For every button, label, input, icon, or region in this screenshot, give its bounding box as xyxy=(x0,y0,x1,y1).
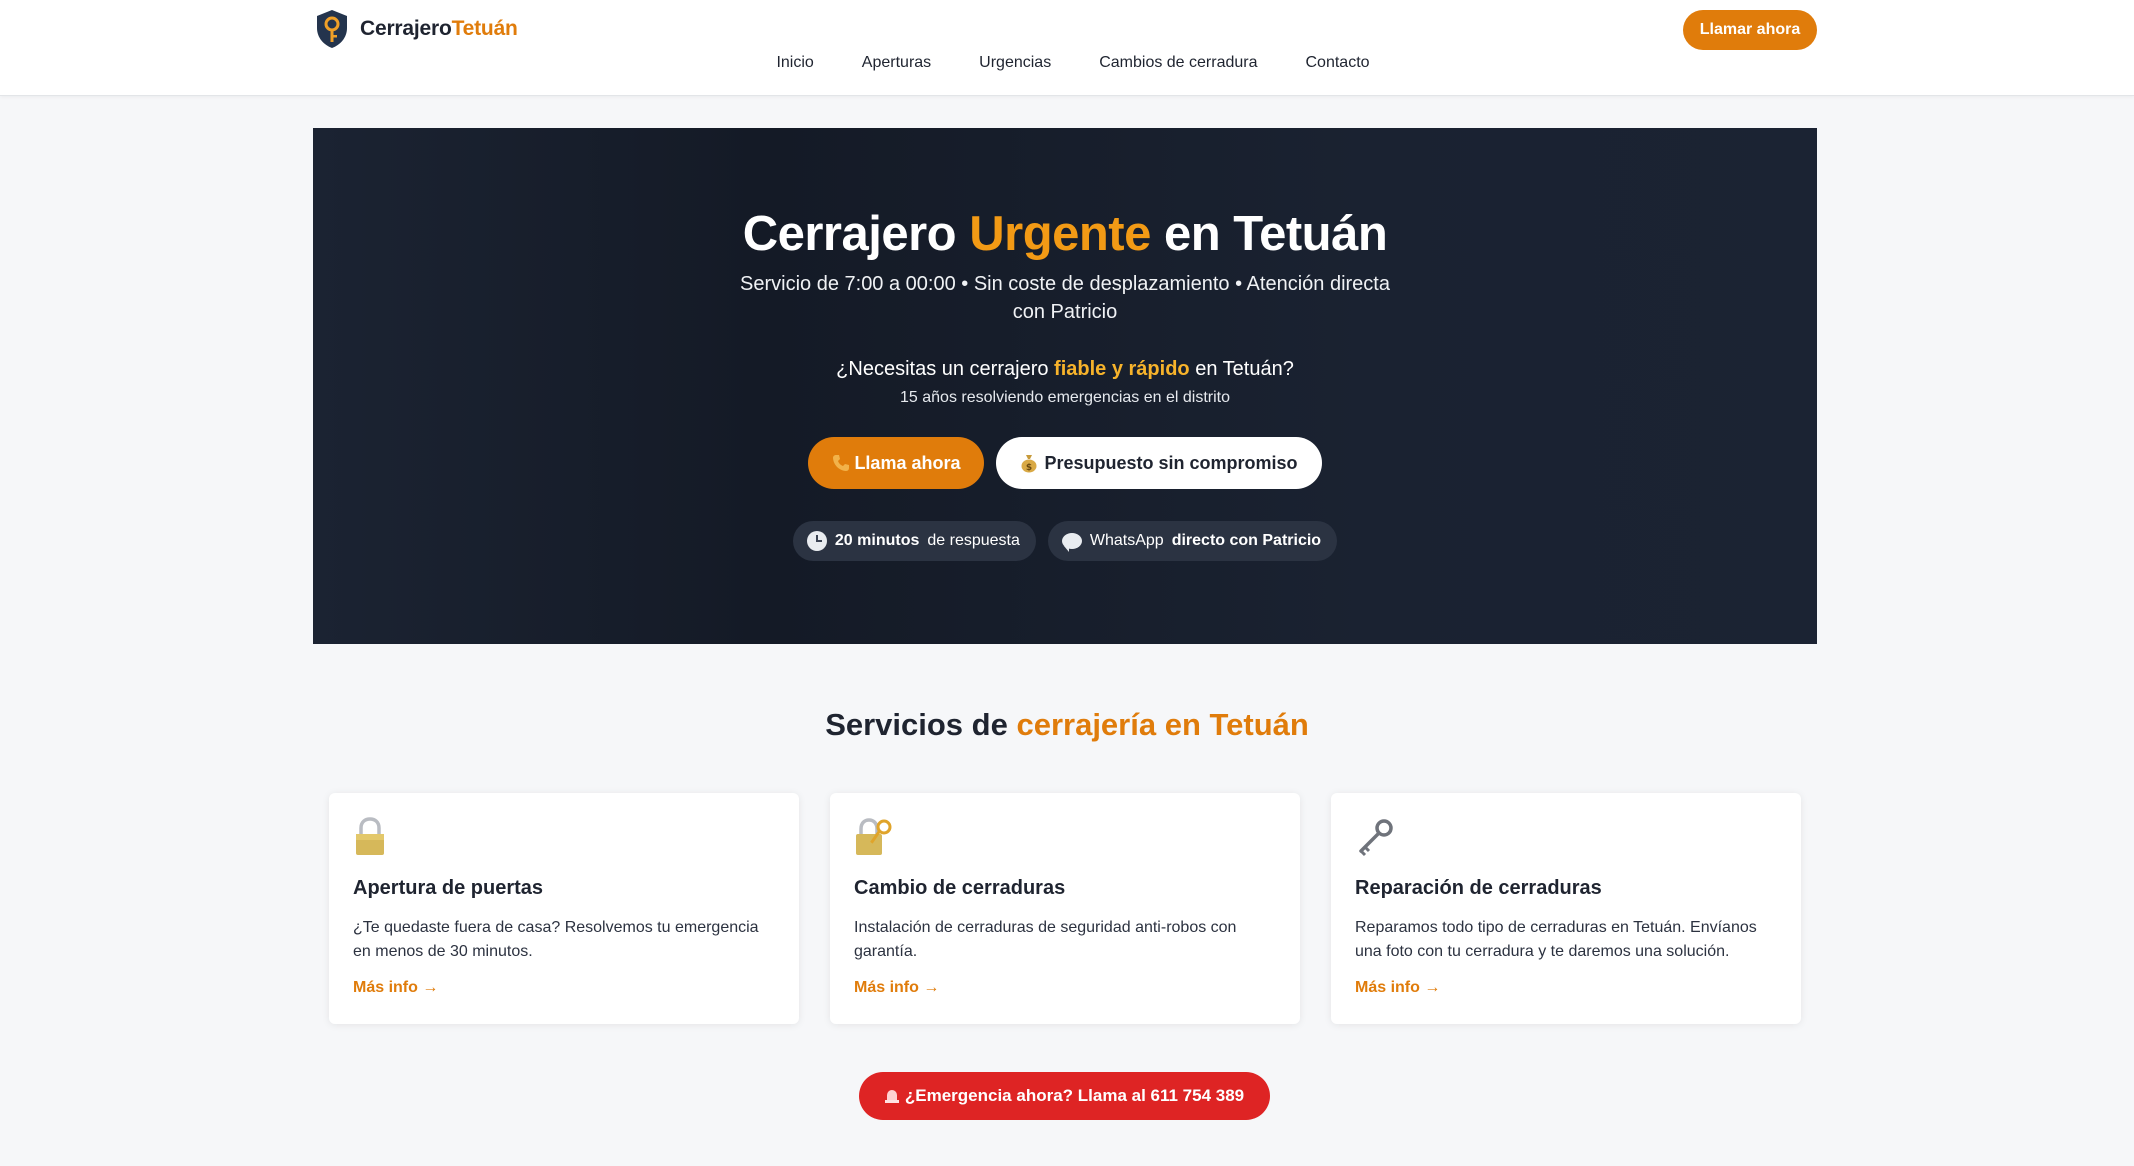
hero-section: Cerrajero Urgente en Tetuán Servicio de … xyxy=(313,128,1817,644)
hero-buttons: Llama ahora $ Presupuesto sin compromiso xyxy=(808,437,1322,489)
card-title: Cambio de cerraduras xyxy=(854,877,1066,899)
more-info-link[interactable]: Más info → xyxy=(353,979,438,997)
service-card-reparacion: Reparación de cerraduras Reparamos todo … xyxy=(1331,793,1801,1024)
main-nav: Inicio Aperturas Urgencias Cambios de ce… xyxy=(0,54,2134,72)
free-quote-button[interactable]: $ Presupuesto sin compromiso xyxy=(996,437,1322,489)
card-text: Instalación de cerraduras de seguridad a… xyxy=(854,919,1237,960)
shield-key-icon xyxy=(317,10,347,48)
nav-item-cambios-de-cerradura[interactable]: Cambios de cerradura xyxy=(1099,54,1257,72)
old-key-icon xyxy=(1359,819,1393,857)
nav-item-contacto[interactable]: Contacto xyxy=(1306,54,1370,72)
siren-icon xyxy=(884,1088,899,1104)
services-title: Servicios de cerrajería en Tetuán xyxy=(825,707,1309,742)
card-text: ¿Te quedaste fuera de casa? Resolvemos t… xyxy=(353,919,759,960)
service-card-apertura: Apertura de puertas ¿Te quedaste fuera d… xyxy=(329,793,799,1024)
svg-text:$: $ xyxy=(1026,463,1032,473)
logo-text: CerrajeroTetuán xyxy=(360,17,518,40)
clock-icon xyxy=(806,531,827,551)
card-title: Reparación de cerraduras xyxy=(1355,877,1602,899)
response-time-badge: 20 minutos de respuesta xyxy=(792,521,1036,561)
hero-badges: 20 minutos de respuesta WhatsApp directo… xyxy=(792,521,1338,561)
emergency-call-button[interactable]: ¿Emergencia ahora? Llama al 611 754 389 xyxy=(859,1072,1270,1120)
padlock-icon xyxy=(356,817,384,855)
call-now-button[interactable]: Llamar ahora xyxy=(1683,10,1817,50)
speech-bubble-icon xyxy=(1061,533,1082,552)
money-bag-icon: $ xyxy=(1021,455,1037,473)
nav-item-aperturas[interactable]: Aperturas xyxy=(862,54,931,72)
site-logo[interactable]: CerrajeroTetuán xyxy=(314,8,518,50)
whatsapp-badge: WhatsApp directo con Patricio xyxy=(1047,521,1338,561)
nav-item-urgencias[interactable]: Urgencias xyxy=(979,54,1051,72)
more-info-link[interactable]: Más info → xyxy=(854,979,939,997)
card-title: Apertura de puertas xyxy=(353,877,544,899)
lock-with-key-icon xyxy=(856,818,892,855)
hero-question: ¿Necesitas un cerrajero fiable y rápido … xyxy=(836,358,1294,380)
site-header: CerrajeroTetuán Inicio Aperturas Urgenci… xyxy=(0,0,2134,96)
nav-item-inicio[interactable]: Inicio xyxy=(776,54,813,72)
hero-subtitle: Servicio de 7:00 a 00:00 • Sin coste de … xyxy=(740,273,1390,323)
service-card-cambio: Cambio de cerraduras Instalación de cerr… xyxy=(830,793,1300,1024)
call-now-hero-button[interactable]: Llama ahora xyxy=(808,437,985,489)
card-text: Reparamos todo tipo de cerraduras en Tet… xyxy=(1355,919,1757,960)
more-info-link[interactable]: Más info → xyxy=(1355,979,1440,997)
hero-title: Cerrajero Urgente en Tetuán xyxy=(742,207,1388,261)
hero-note: 15 años resolviendo emergencias en el di… xyxy=(900,389,1230,406)
phone-icon xyxy=(833,455,850,471)
